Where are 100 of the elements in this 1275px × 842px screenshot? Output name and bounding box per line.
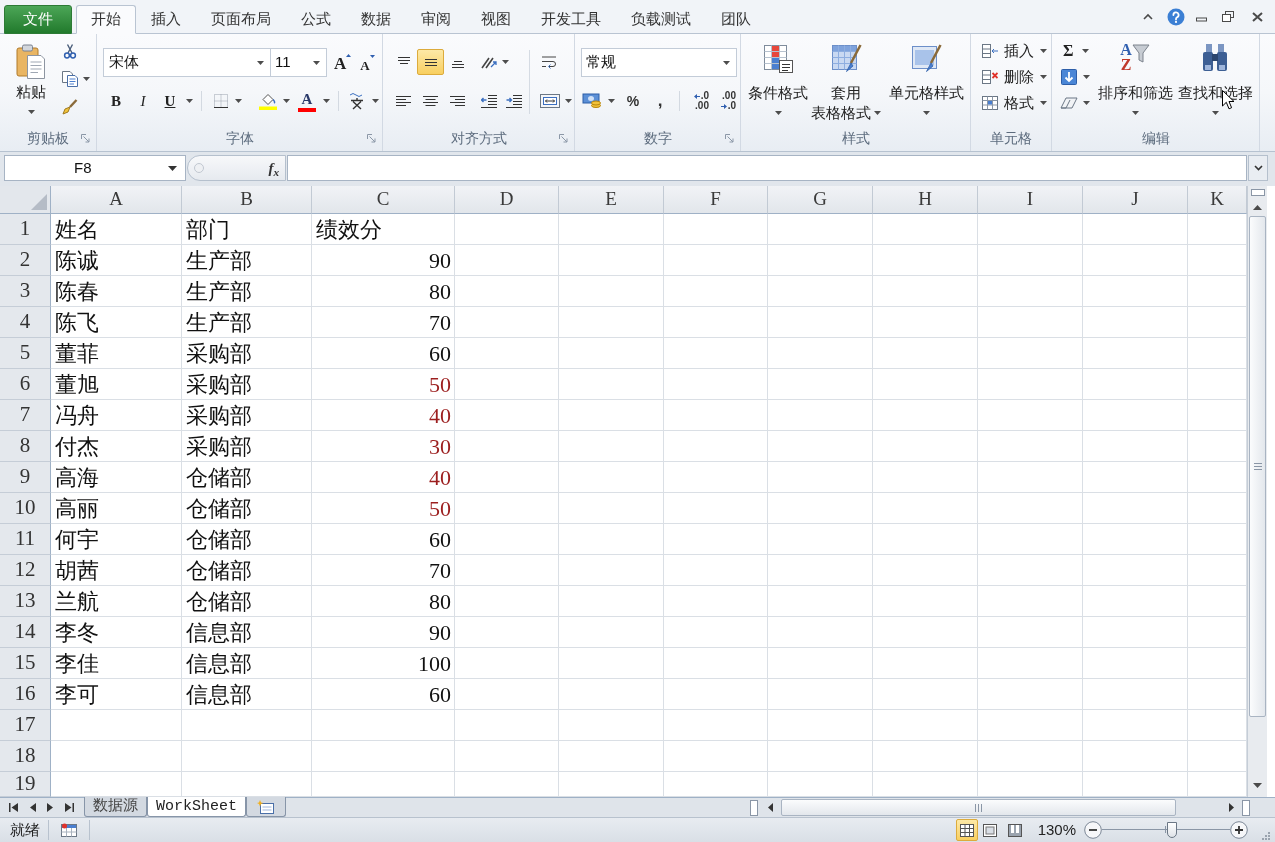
row-header[interactable]: 19 — [0, 772, 51, 797]
row-header[interactable]: 18 — [0, 741, 51, 772]
format-as-table-button[interactable]: 套用 表格格式 — [811, 34, 881, 128]
ribbon-tab[interactable]: 插入 — [136, 5, 196, 34]
sheet-tab[interactable]: WorkSheet — [147, 797, 246, 817]
column-header[interactable]: F — [664, 186, 768, 214]
scrollbar-thumb[interactable] — [1249, 216, 1266, 717]
row-header[interactable]: 12 — [0, 555, 51, 586]
column-header[interactable]: I — [978, 186, 1083, 214]
restore-icon[interactable] — [1222, 11, 1234, 22]
row-header[interactable]: 6 — [0, 369, 51, 400]
dialog-launcher-icon[interactable] — [367, 133, 376, 143]
name-box[interactable]: F8 — [4, 155, 186, 181]
row-header[interactable]: 14 — [0, 617, 51, 648]
underline-button[interactable]: U — [158, 89, 182, 113]
ribbon-tab[interactable]: 公式 — [286, 5, 346, 34]
scroll-down-icon[interactable] — [1253, 783, 1262, 788]
split-box-icon[interactable] — [1242, 799, 1250, 816]
column-header[interactable]: D — [455, 186, 559, 214]
number-format-field[interactable]: 常规 — [581, 48, 737, 77]
split-box-icon[interactable] — [750, 799, 758, 816]
wrap-text-icon[interactable] — [540, 54, 558, 70]
zoom-out-icon[interactable] — [1084, 821, 1102, 839]
row-header[interactable]: 11 — [0, 524, 51, 555]
next-sheet-icon[interactable] — [47, 803, 53, 812]
scrollbar-thumb[interactable] — [781, 799, 1176, 816]
grow-font-button[interactable]: A — [334, 50, 352, 75]
border-icon[interactable] — [213, 93, 229, 109]
paintbrush-icon[interactable] — [62, 99, 78, 115]
row-header[interactable]: 9 — [0, 462, 51, 493]
previous-sheet-icon[interactable] — [30, 803, 36, 812]
zoom-slider[interactable] — [1102, 822, 1230, 838]
split-box-icon[interactable] — [1250, 189, 1265, 196]
ribbon-tab[interactable]: 负载测试 — [616, 5, 706, 34]
scroll-right-icon[interactable] — [1229, 803, 1234, 812]
column-header[interactable]: A — [51, 186, 182, 214]
ribbon-tab[interactable]: 审阅 — [406, 5, 466, 34]
scroll-up-icon[interactable] — [1253, 205, 1262, 210]
align-center-icon[interactable] — [423, 94, 438, 108]
fill-color-icon[interactable] — [259, 92, 277, 110]
column-header[interactable]: G — [768, 186, 873, 214]
row-header[interactable]: 15 — [0, 648, 51, 679]
normal-view-button[interactable] — [955, 819, 978, 841]
row-header[interactable]: 1 — [0, 214, 51, 245]
ribbon-tab[interactable]: 视图 — [466, 5, 526, 34]
chevron-up-icon[interactable] — [1143, 13, 1153, 20]
align-right-icon[interactable] — [450, 94, 465, 108]
file-tab[interactable]: 文件 — [4, 5, 72, 34]
align-middle-button[interactable] — [417, 49, 444, 75]
conditional-format-button[interactable]: 条件格式 — [745, 34, 811, 128]
row-header[interactable]: 13 — [0, 586, 51, 617]
sheet-tab[interactable]: 数据源 — [84, 797, 147, 817]
ribbon-tab[interactable]: 开始 — [76, 5, 136, 34]
row-header[interactable]: 10 — [0, 493, 51, 524]
column-header[interactable]: C — [312, 186, 455, 214]
increase-decimal-button[interactable]: .0 .00 — [687, 89, 709, 113]
font-color-button[interactable]: A — [298, 89, 316, 113]
last-sheet-icon[interactable] — [65, 803, 74, 812]
column-header[interactable]: E — [559, 186, 664, 214]
shrink-font-button[interactable]: A — [360, 50, 375, 75]
align-left-icon[interactable] — [396, 94, 411, 108]
dialog-launcher-icon[interactable] — [81, 133, 90, 143]
first-sheet-icon[interactable] — [9, 803, 18, 812]
ribbon-tab[interactable]: 页面布局 — [196, 5, 286, 34]
dialog-launcher-icon[interactable] — [725, 133, 734, 143]
column-header[interactable]: B — [182, 186, 312, 214]
zoom-in-icon[interactable] — [1230, 821, 1248, 839]
money-icon[interactable] — [582, 93, 602, 109]
copy-icon[interactable] — [62, 71, 78, 87]
ribbon-tab[interactable]: 数据 — [346, 5, 406, 34]
bold-button[interactable]: B — [104, 89, 128, 113]
row-header[interactable]: 7 — [0, 400, 51, 431]
dialog-launcher-icon[interactable] — [559, 133, 568, 143]
column-header[interactable]: H — [873, 186, 978, 214]
font-size-field[interactable]: 11 — [270, 48, 327, 77]
slider-thumb[interactable] — [1167, 822, 1178, 838]
row-header[interactable]: 5 — [0, 338, 51, 369]
insert-cells-button[interactable]: 插入 — [971, 38, 1051, 64]
insert-function-button[interactable]: f$_{x}$ — [268, 156, 279, 180]
record-macro-icon[interactable] — [61, 823, 77, 837]
row-header[interactable]: 8 — [0, 431, 51, 462]
delete-cells-button[interactable]: 删除 — [971, 64, 1051, 90]
sort-filter-button[interactable]: A Z 排序和筛选 — [1095, 34, 1175, 128]
ribbon-tab[interactable]: 开发工具 — [526, 5, 616, 34]
scroll-left-icon[interactable] — [768, 803, 773, 812]
cell-styles-button[interactable]: 单元格样式 — [886, 34, 966, 128]
percent-button[interactable]: % — [623, 89, 643, 113]
scissors-icon[interactable] — [63, 43, 77, 59]
row-header[interactable]: 17 — [0, 710, 51, 741]
italic-button[interactable]: I — [131, 89, 155, 113]
expand-formula-button[interactable] — [1248, 155, 1268, 181]
row-header[interactable]: 2 — [0, 245, 51, 276]
row-header[interactable]: 4 — [0, 307, 51, 338]
help-icon[interactable] — [1167, 7, 1185, 26]
comma-button[interactable]: , — [650, 89, 670, 113]
row-header[interactable]: 16 — [0, 679, 51, 710]
formula-input[interactable] — [287, 155, 1247, 181]
insert-sheet-button[interactable] — [246, 797, 286, 817]
close-icon[interactable] — [1252, 11, 1263, 22]
font-name-field[interactable]: 宋体 — [103, 48, 271, 77]
